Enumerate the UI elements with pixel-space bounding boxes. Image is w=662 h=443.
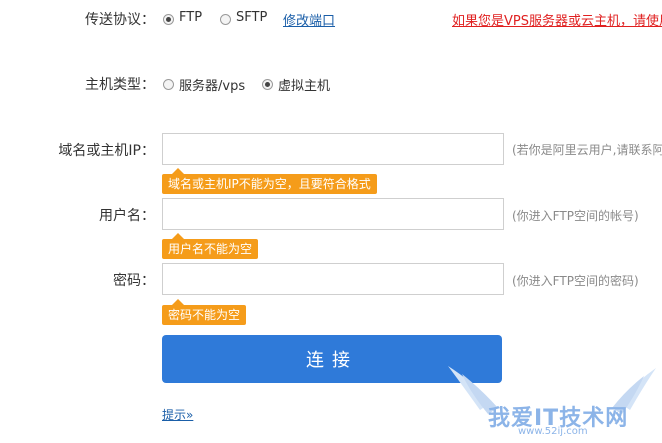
username-label: 用户名：	[99, 208, 155, 224]
domain-hint: (若你是阿里云用户,请联系阿里	[512, 143, 662, 157]
password-label: 密码：	[113, 273, 155, 289]
password-hint: (你进入FTP空间的密码)	[512, 274, 639, 288]
username-hint: (你进入FTP空间的帐号)	[512, 209, 639, 223]
protocol-option-sftp-label: SFTP	[236, 10, 268, 25]
radio-icon[interactable]	[163, 14, 174, 25]
username-error-tip: 用户名不能为空	[162, 233, 259, 259]
host-type-option-server-label: 服务器/vps	[179, 79, 246, 94]
domain-label: 域名或主机IP：	[58, 143, 155, 159]
protocol-label: 传送协议：	[85, 12, 155, 28]
watermark: 我爱IT技术网 www.52ij.com	[440, 362, 660, 442]
radio-icon[interactable]	[262, 79, 273, 90]
modify-port-link[interactable]: 修改端口	[283, 10, 335, 29]
radio-icon[interactable]	[220, 14, 231, 25]
protocol-option-ftp-label: FTP	[179, 10, 203, 25]
radio-icon[interactable]	[163, 79, 174, 90]
host-type-label: 主机类型：	[85, 77, 155, 93]
password-error-tip: 密码不能为空	[162, 299, 247, 325]
domain-error-tip: 域名或主机IP不能为空，且要符合格式	[162, 168, 377, 194]
tips-link[interactable]: 提示»	[162, 406, 193, 423]
host-type-option-virtual-label: 虚拟主机	[278, 79, 331, 94]
password-input[interactable]	[162, 263, 504, 295]
username-input[interactable]	[162, 198, 504, 230]
domain-input[interactable]	[162, 133, 504, 165]
watermark-url: www.52ij.com	[518, 426, 588, 437]
vps-notice-link[interactable]: 如果您是VPS服务器或云主机，请使用FTP	[452, 10, 662, 29]
